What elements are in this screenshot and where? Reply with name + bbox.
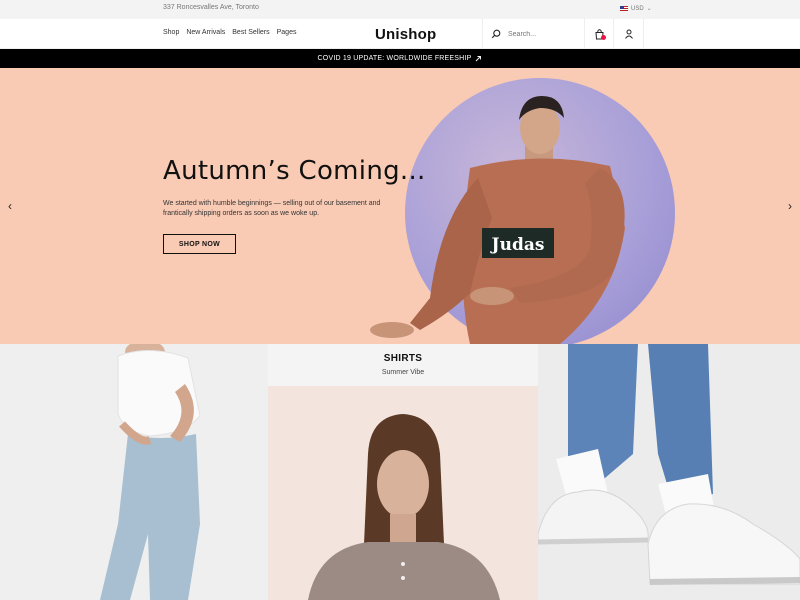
hero-description: We started with humble beginnings — sell…: [163, 200, 381, 217]
tile-header: SHIRTS Summer Vibe: [268, 344, 538, 386]
chevron-down-icon: ⌄: [646, 6, 652, 12]
store-address: 337 Roncesvalles Ave, Toronto: [163, 4, 259, 11]
category-tile-shirts[interactable]: SHIRTS Summer Vibe: [268, 344, 538, 600]
main-nav: Shop New Arrivals Best Sellers Pages Uni…: [0, 19, 800, 49]
slider-prev-arrow-icon[interactable]: ‹: [8, 199, 12, 213]
model-jeans-image: [0, 344, 268, 600]
account-button[interactable]: [614, 19, 644, 49]
nav-link-pages[interactable]: Pages: [277, 29, 297, 36]
category-tile-right[interactable]: [538, 344, 800, 600]
hero-slider: Judas ‹ › Autumn’s Coming... We started …: [0, 68, 800, 344]
tile-title[interactable]: SHIRTS: [268, 353, 538, 364]
nav-links: Shop New Arrivals Best Sellers Pages: [163, 29, 296, 36]
currency-label: USD: [631, 5, 644, 12]
nav-link-best-sellers[interactable]: Best Sellers: [232, 29, 269, 36]
shirt-print-text: Judas: [490, 235, 545, 255]
nav-link-shop[interactable]: Shop: [163, 29, 179, 36]
nav-link-new-arrivals[interactable]: New Arrivals: [186, 29, 225, 36]
search-input[interactable]: [508, 30, 578, 38]
announcement-bar[interactable]: COVID 19 UPDATE: WORLDWIDE FREESHIP: [0, 49, 800, 68]
hero-title: Autumn’s Coming...: [163, 156, 426, 186]
tile-subtitle: Summer Vibe: [381, 369, 425, 376]
site-logo[interactable]: Unishop: [375, 26, 436, 43]
user-icon: [624, 29, 633, 39]
currency-selector[interactable]: USD ⌄: [620, 5, 652, 12]
model-sneakers-image: [538, 344, 800, 600]
us-flag-icon: [620, 6, 628, 11]
link-icon: [476, 55, 482, 61]
search-icon[interactable]: [491, 29, 501, 39]
search-box[interactable]: [482, 19, 585, 49]
top-bar: 337 Roncesvalles Ave, Toronto USD ⌄: [0, 0, 800, 19]
category-tiles: SHIRTS Summer Vibe: [0, 344, 800, 600]
shop-now-button[interactable]: SHOP NOW: [163, 234, 236, 254]
category-tile-left[interactable]: [0, 344, 268, 600]
announcement-text: COVID 19 UPDATE: WORLDWIDE FREESHIP: [317, 55, 472, 62]
cart-button[interactable]: [585, 19, 614, 49]
slider-next-arrow-icon[interactable]: ›: [788, 199, 792, 213]
cart-count-badge: [601, 35, 606, 40]
